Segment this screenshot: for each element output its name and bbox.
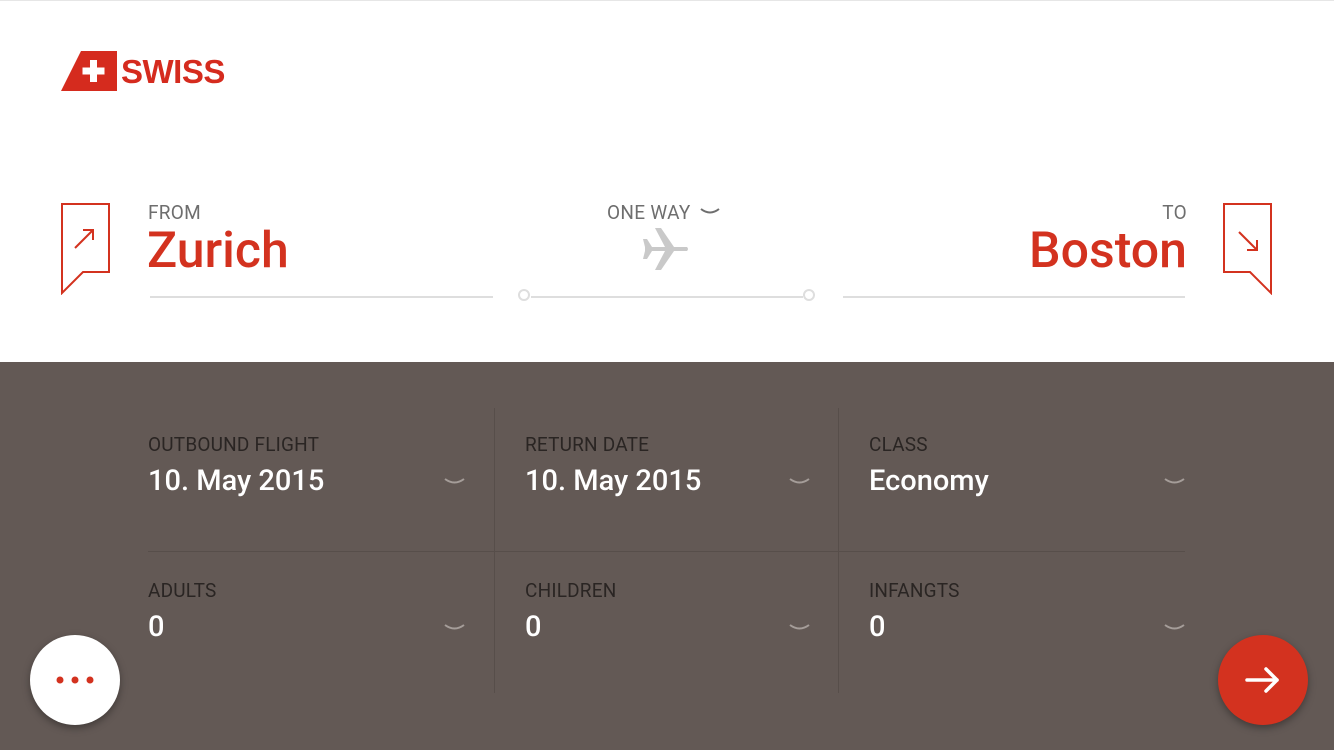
chevron-down-icon xyxy=(700,207,720,213)
return-date-label: RETURN DATE xyxy=(525,433,650,456)
children-value: 0 xyxy=(525,610,542,644)
adults-label: ADULTS xyxy=(148,579,217,602)
row-divider xyxy=(148,551,1185,552)
chevron-down-icon xyxy=(1164,624,1185,630)
class-value: Economy xyxy=(869,464,989,498)
children-field[interactable]: CHILDREN 0 xyxy=(525,579,810,659)
departure-flag-icon xyxy=(61,203,110,295)
brand-name: SWISS xyxy=(121,52,225,90)
return-date-field[interactable]: RETURN DATE 10. May 2015 xyxy=(525,433,810,513)
route-underline-from xyxy=(150,296,493,298)
route-dot-start xyxy=(518,289,530,301)
chevron-down-icon xyxy=(789,624,810,630)
infants-field[interactable]: INFANGTS 0 xyxy=(869,579,1186,659)
chevron-down-icon xyxy=(789,478,810,484)
return-date-value: 10. May 2015 xyxy=(525,464,702,498)
chevron-down-icon xyxy=(1164,478,1185,484)
search-flights-button[interactable] xyxy=(1218,635,1308,725)
infants-value: 0 xyxy=(869,610,886,644)
more-options-button[interactable] xyxy=(30,635,120,725)
to-city[interactable]: Boston xyxy=(1029,221,1187,281)
trip-type-label: ONE WAY xyxy=(607,201,691,224)
children-label: CHILDREN xyxy=(525,579,617,602)
route-dot-end xyxy=(803,289,815,301)
class-field[interactable]: CLASS Economy xyxy=(869,433,1186,513)
chevron-down-icon xyxy=(444,624,465,630)
plane-icon xyxy=(643,228,688,270)
from-city[interactable]: Zurich xyxy=(147,221,289,281)
more-dots-icon xyxy=(56,676,94,684)
outbound-flight-field[interactable]: OUTBOUND FLIGHT 10. May 2015 xyxy=(148,433,465,513)
outbound-flight-label: OUTBOUND FLIGHT xyxy=(148,433,320,456)
route-underline-to xyxy=(843,296,1185,298)
outbound-flight-value: 10. May 2015 xyxy=(148,464,325,498)
adults-value: 0 xyxy=(148,610,165,644)
chevron-down-icon xyxy=(444,478,465,484)
adults-field[interactable]: ADULTS 0 xyxy=(148,579,465,659)
booking-options-panel xyxy=(0,362,1334,750)
swiss-tail-logo-icon xyxy=(61,51,117,91)
arrival-flag-icon xyxy=(1223,203,1272,295)
infants-label: INFANGTS xyxy=(869,579,960,602)
trip-type-selector[interactable]: ONE WAY xyxy=(607,201,720,224)
class-label: CLASS xyxy=(869,433,928,456)
swiss-logo: SWISS xyxy=(61,50,225,92)
arrow-right-icon xyxy=(1245,667,1279,693)
top-border xyxy=(0,0,1334,1)
route-connector-line xyxy=(531,296,803,298)
